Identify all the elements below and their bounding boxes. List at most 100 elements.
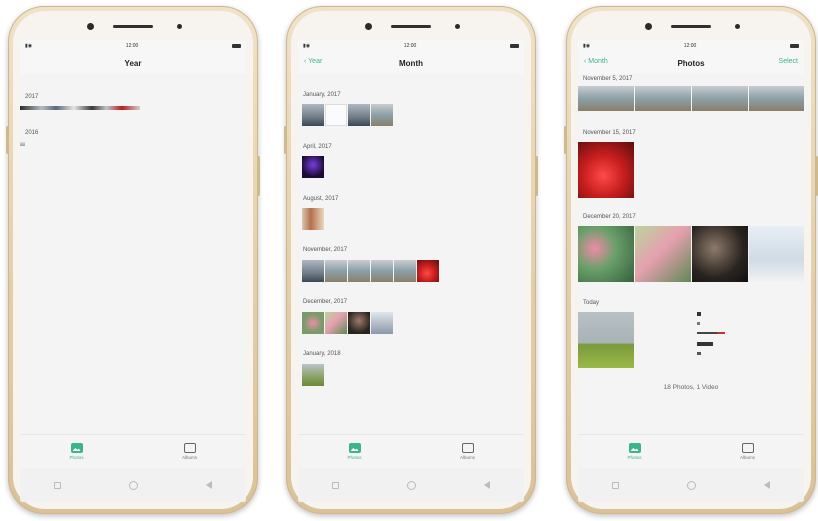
signal-wifi-icon: ▮◉ [25,43,33,49]
nav-bar: ‹ Year Month [298,52,524,74]
photo-thumbnail[interactable] [692,86,748,111]
albums-icon [183,443,196,453]
photo-thumbnail[interactable] [325,312,347,334]
status-time: 12:00 [125,43,139,49]
back-button[interactable]: ‹ Month [584,58,608,65]
page-title: Photos [677,58,705,68]
albums-icon [461,443,474,453]
photo-thumbnail[interactable] [302,156,324,178]
date-label: November 15, 2017 [583,130,636,136]
back-icon[interactable] [206,481,212,489]
month-list[interactable]: January, 2017 April, 2017 August, 2017 N… [298,74,524,440]
system-nav-bar [578,468,804,502]
photo-thumbnail[interactable] [394,260,416,282]
screen: ▮◉ 12:00 ‹ Year Month January, 2017 Apri… [298,40,524,502]
photo-thumbnail[interactable] [302,208,324,230]
photos-grid[interactable]: November 5, 2017 November 15, 2017 Decem… [578,74,804,440]
photo-thumbnail[interactable] [302,364,324,386]
media-count: 18 Photos, 1 Video [663,384,719,391]
date-label: December 20, 2017 [583,214,636,220]
doc-mark [697,312,701,316]
back-button[interactable]: ‹ Year [304,58,322,65]
phone-photos-view: ▮◉ 12:00 ‹ Month Photos Select November … [564,6,818,514]
home-icon[interactable] [129,480,138,490]
photo-thumbnail[interactable] [348,104,370,126]
earpiece-speaker [391,25,431,28]
battery-icon [789,44,799,48]
doc-mark [697,352,701,355]
tab-photos-label: Photos [347,455,362,460]
recents-icon[interactable] [332,481,339,489]
phone-top-hardware [566,20,816,34]
doc-mark [697,322,700,325]
phone-month-view: ▮◉ 12:00 ‹ Year Month January, 2017 Apri… [284,6,538,514]
home-icon[interactable] [407,480,416,490]
front-camera-icon [87,23,94,30]
system-nav-bar [298,468,524,502]
month-label: December, 2017 [303,299,348,305]
home-icon[interactable] [687,480,696,490]
photo-thumbnail[interactable] [749,226,804,282]
back-label: Month [588,58,608,65]
screen: ▮◉ 12:00 ‹ Month Photos Select November … [578,40,804,502]
back-icon[interactable] [764,481,770,489]
sensor-icon [735,24,740,29]
photo-thumbnail[interactable] [749,86,804,111]
photo-thumbnail[interactable] [302,312,324,334]
tab-photos[interactable]: Photos [52,443,102,460]
photo-thumbnail[interactable] [371,260,393,282]
photo-thumbnail[interactable] [348,312,370,334]
phone-top-hardware [8,20,258,34]
tab-albums[interactable]: Albums [443,443,493,460]
month-label: November, 2017 [303,247,348,253]
status-bar: ▮◉ 12:00 [578,40,804,52]
photo-thumbnail[interactable] [302,104,324,126]
photo-thumbnail[interactable] [692,226,748,282]
doc-mark [717,332,725,334]
power-button [535,156,538,196]
photo-thumbnail[interactable] [325,260,347,282]
tab-albums[interactable]: Albums [165,443,215,460]
year-list[interactable]: 2017 2016 [20,74,246,440]
sensor-icon [455,24,460,29]
photo-thumbnail[interactable] [578,142,634,198]
photo-thumbnail[interactable] [371,312,393,334]
status-time: 12:00 [683,43,697,49]
tab-albums[interactable]: Albums [723,443,773,460]
back-icon[interactable] [484,481,490,489]
tab-albums-label: Albums [739,455,755,460]
battery-icon [509,44,519,48]
front-camera-icon [645,23,652,30]
tab-photos[interactable]: Photos [330,443,380,460]
photo-thumbnail[interactable] [417,260,439,282]
phone-year-view: ▮◉ 12:00 Year 2017 2016 Photos Albums [6,6,260,514]
recents-icon[interactable] [54,481,61,489]
year-label-2017: 2017 [25,94,39,100]
year-thumbnail-strip-2017[interactable] [20,106,140,110]
photo-thumbnail[interactable] [348,260,370,282]
photo-thumbnail[interactable] [635,226,691,282]
tab-photos[interactable]: Photos [610,443,660,460]
select-button[interactable]: Select [779,58,798,65]
photo-thumbnail[interactable] [325,104,347,126]
recents-icon[interactable] [612,481,619,489]
photo-thumbnail[interactable] [635,86,691,111]
date-label: Today [583,300,600,306]
year-label-2016: 2016 [25,130,39,136]
tab-albums-label: Albums [459,455,475,460]
volume-button [284,126,287,154]
front-camera-icon [365,23,372,30]
document-thumbnail[interactable] [692,312,732,368]
status-time: 12:00 [403,43,417,49]
nav-bar: ‹ Month Photos Select [578,52,804,74]
photo-thumbnail[interactable] [578,86,634,111]
photo-thumbnail[interactable] [578,226,634,282]
photo-thumbnail[interactable] [371,104,393,126]
signal-wifi-icon: ▮◉ [303,43,311,49]
photo-thumbnail[interactable] [302,260,324,282]
year-thumbnail-strip-2016[interactable] [20,142,25,146]
photo-thumbnail[interactable] [578,312,634,368]
volume-button [6,126,9,154]
signal-wifi-icon: ▮◉ [583,43,591,49]
status-bar: ▮◉ 12:00 [20,40,246,52]
